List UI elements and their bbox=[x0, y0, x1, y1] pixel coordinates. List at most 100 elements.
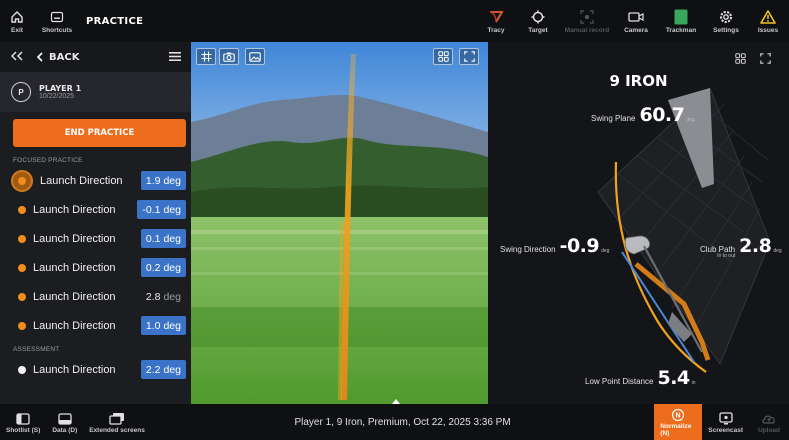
screencast-button[interactable]: Screencast bbox=[702, 404, 749, 440]
camera-button[interactable]: Camera bbox=[615, 0, 657, 42]
extended-screens-label: Extended screens bbox=[89, 426, 145, 434]
tracy-icon bbox=[488, 8, 504, 26]
camera-label: Camera bbox=[624, 27, 648, 34]
value-number: 2.2 bbox=[145, 363, 161, 376]
back-button[interactable]: BACK bbox=[36, 52, 79, 63]
chevron-left-icon bbox=[36, 52, 43, 62]
normalize-button[interactable]: N Normalize (N) bbox=[654, 404, 703, 440]
fullscreen-button[interactable] bbox=[459, 48, 479, 65]
swing-plane-unit: deg bbox=[686, 117, 695, 123]
hash-icon bbox=[201, 51, 211, 62]
value-badge: -0.1 deg bbox=[137, 200, 186, 219]
shotlist-button[interactable]: Shotlist (S) bbox=[0, 404, 46, 440]
screencast-icon bbox=[718, 411, 733, 427]
list-item-label: Launch Direction bbox=[33, 261, 116, 274]
swing-direction-value: -0.9 bbox=[559, 235, 600, 257]
value-badge: 0.1 deg bbox=[140, 229, 186, 248]
value-number: 2.8 bbox=[145, 290, 161, 303]
list-item[interactable]: Launch Direction 2.8 deg bbox=[0, 282, 191, 311]
keyboard-icon bbox=[50, 8, 64, 26]
value-unit: deg bbox=[163, 290, 181, 303]
layout-button[interactable] bbox=[433, 48, 453, 65]
list-item[interactable]: Launch Direction 0.1 deg bbox=[0, 224, 191, 253]
settings-button[interactable]: Settings bbox=[705, 0, 747, 42]
swing-direction-unit: deg bbox=[601, 248, 610, 254]
screencast-label: Screencast bbox=[708, 426, 743, 434]
swing-direction-label: Swing Direction bbox=[500, 245, 556, 254]
svg-text:N: N bbox=[676, 413, 681, 420]
list-item-label: Launch Direction bbox=[33, 290, 116, 303]
avatar: P bbox=[11, 82, 31, 102]
value-number: -0.1 bbox=[142, 203, 161, 216]
list-item-label: Launch Direction bbox=[33, 363, 116, 376]
top-bar: Exit Shortcuts PRACTICE Tracy Target Man… bbox=[0, 0, 789, 42]
extended-screens-button[interactable]: Extended screens bbox=[83, 404, 151, 440]
player-card[interactable]: P PLAYER 1 10/22/2025 bbox=[0, 72, 191, 112]
list-item[interactable]: Launch Direction 0.2 deg bbox=[0, 253, 191, 282]
data-button[interactable]: Data (D) bbox=[46, 404, 83, 440]
orange-dot-icon bbox=[18, 205, 26, 214]
manual-record-button[interactable]: Manual record bbox=[559, 0, 615, 42]
page-title: PRACTICE bbox=[86, 15, 144, 27]
issues-label: Issues bbox=[757, 27, 779, 34]
club-path-metric: Club Path In to out 2.8 deg bbox=[700, 235, 782, 260]
exit-button[interactable]: Exit bbox=[0, 0, 34, 42]
image-icon bbox=[249, 51, 261, 62]
value-number: 1.9 bbox=[145, 174, 161, 187]
low-point-unit: in bbox=[691, 380, 696, 386]
settings-label: Settings bbox=[713, 27, 739, 34]
swing-plane-value: 60.7 bbox=[639, 104, 685, 126]
value-badge: 1.9 deg bbox=[140, 171, 186, 190]
swing-plane-diagram bbox=[597, 87, 771, 373]
value-badge: 1.0 deg bbox=[140, 316, 186, 335]
list-item[interactable]: Launch Direction 2.2 deg bbox=[0, 355, 191, 384]
trackman-button[interactable]: Trackman bbox=[657, 0, 705, 42]
cloud-upload-icon bbox=[761, 411, 777, 427]
list-item[interactable]: Launch Direction 1.9 deg bbox=[0, 166, 191, 195]
practice-sidebar: BACK P PLAYER 1 10/22/2025 END PRACTICE … bbox=[0, 42, 191, 404]
list-item-label: Launch Direction bbox=[33, 319, 116, 332]
focused-practice-heading: FOCUSED PRACTICE bbox=[13, 157, 83, 164]
orange-dot-icon bbox=[18, 292, 26, 301]
sidebar-panel-icon bbox=[16, 411, 30, 427]
normalize-label: Normalize (N) bbox=[660, 423, 692, 437]
club-path-value: 2.8 bbox=[739, 235, 772, 257]
end-practice-button[interactable]: END PRACTICE bbox=[13, 119, 186, 147]
value-unit: deg bbox=[163, 174, 181, 187]
upload-button[interactable]: Upload bbox=[749, 404, 789, 440]
screens-icon bbox=[109, 411, 125, 427]
shortcuts-button[interactable]: Shortcuts bbox=[34, 0, 80, 42]
value-badge: 2.2 deg bbox=[140, 360, 186, 379]
grid-overlay-button[interactable] bbox=[196, 48, 216, 65]
grid-icon bbox=[437, 51, 449, 62]
value-unit: deg bbox=[163, 319, 181, 332]
swing-analysis-panel: 9 IRON Swing Plane 60.7 deg Swing Direct… bbox=[488, 42, 789, 404]
normalize-icon: N bbox=[671, 407, 685, 423]
gallery-button[interactable] bbox=[245, 48, 265, 65]
snapshot-button[interactable] bbox=[219, 48, 239, 65]
value-number: 0.2 bbox=[145, 261, 161, 274]
shotlist-label: Shotlist (S) bbox=[6, 426, 41, 434]
shot-camera-view[interactable] bbox=[191, 42, 488, 404]
gear-icon bbox=[719, 8, 733, 26]
upload-label: Upload bbox=[757, 426, 781, 434]
list-item-label: Launch Direction bbox=[33, 203, 116, 216]
hamburger-menu-icon[interactable] bbox=[169, 48, 181, 66]
issues-button[interactable]: Issues bbox=[747, 0, 789, 42]
player-date: 10/22/2025 bbox=[39, 93, 75, 100]
club-path-unit: deg bbox=[773, 248, 782, 254]
list-item[interactable]: Launch Direction 1.0 deg bbox=[0, 311, 191, 340]
expand-icon bbox=[463, 51, 475, 62]
white-dot-icon bbox=[18, 365, 26, 374]
selected-indicator bbox=[11, 169, 33, 192]
tracy-button[interactable]: Tracy bbox=[475, 0, 517, 42]
trackman-label: Trackman bbox=[665, 27, 697, 34]
target-button[interactable]: Target bbox=[517, 0, 559, 42]
collapse-sidebar-icon[interactable] bbox=[10, 48, 24, 66]
value-number: 1.0 bbox=[145, 319, 161, 332]
bottom-panel-icon bbox=[58, 411, 72, 427]
low-point-metric: Low Point Distance 5.4 in bbox=[585, 367, 696, 389]
golf-course-scene bbox=[191, 42, 488, 404]
target-icon bbox=[531, 8, 545, 26]
list-item[interactable]: Launch Direction -0.1 deg bbox=[0, 195, 191, 224]
